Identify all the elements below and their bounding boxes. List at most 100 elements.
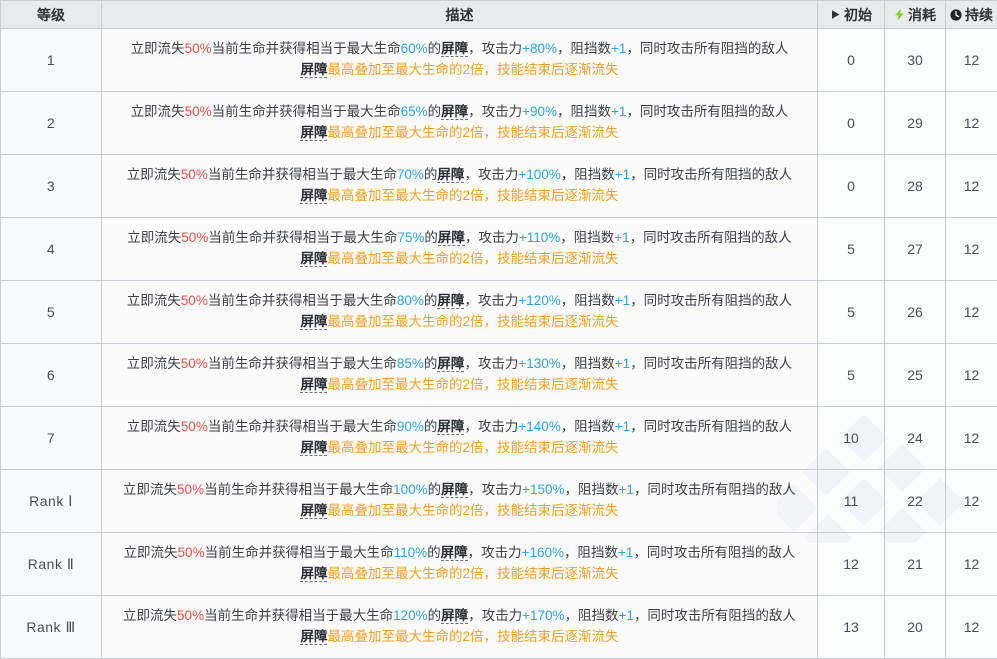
column-header-cost-label: 消耗 xyxy=(908,8,936,22)
description-line-note: 屏障最高叠加至最大生命的2倍，技能结束后逐渐流失 xyxy=(114,123,805,144)
table-row: 2 立即流失50%当前生命并获得相当于最大生命65%的屏障，攻击力+90%，阻挡数… xyxy=(1,92,997,155)
table-row: 3立即流失50%当前生命并获得相当于最大生命70%的屏障，攻击力+100%，阻挡… xyxy=(1,155,997,218)
description-line-primary: 立即流失50%当前生命并获得相当于最大生命60%的屏障，攻击力+80%，阻挡数+… xyxy=(114,39,805,60)
hp-loss-value: 50% xyxy=(185,41,212,56)
shield-value: 80% xyxy=(397,293,424,308)
cell-cost: 29 xyxy=(885,92,946,155)
cell-duration: 12 xyxy=(946,470,997,533)
shield-note: 最高叠加至最大生命的2倍，技能结束后逐渐流失 xyxy=(327,125,618,140)
cell-level: Rank Ⅱ xyxy=(1,533,102,596)
shield-value: 85% xyxy=(397,356,424,371)
cell-level: Rank Ⅲ xyxy=(1,596,102,659)
cell-cost: 26 xyxy=(885,281,946,344)
cell-duration: 12 xyxy=(946,533,997,596)
description-line-primary: 立即流失50%当前生命并获得相当于最大生命120%的屏障，攻击力+170%，阻挡… xyxy=(114,606,805,627)
cell-level: 7 xyxy=(1,407,102,470)
shield-term: 屏障 xyxy=(437,419,464,435)
column-header-level-label: 等级 xyxy=(37,8,65,22)
cell-initial: 0 xyxy=(818,92,885,155)
block-value: +1 xyxy=(611,41,626,56)
shield-term: 屏障 xyxy=(300,440,327,456)
shield-term: 屏障 xyxy=(300,188,327,204)
shield-term: 屏障 xyxy=(441,608,468,624)
block-value: +1 xyxy=(615,293,630,308)
cell-initial: 12 xyxy=(818,533,885,596)
column-header-description: 描述 xyxy=(102,1,818,29)
cell-description: 立即流失50%当前生命并获得相当于最大生命120%的屏障，攻击力+170%，阻挡… xyxy=(102,596,818,659)
cell-description: 立即流失50%当前生命并获得相当于最大生命60%的屏障，攻击力+80%，阻挡数+… xyxy=(102,29,818,92)
description-line-primary: 立即流失50%当前生命并获得相当于最大生命110%的屏障，攻击力+160%，阻挡… xyxy=(114,543,805,564)
hp-loss-value: 50% xyxy=(181,356,208,371)
table-row: 1立即流失50%当前生命并获得相当于最大生命60%的屏障，攻击力+80%，阻挡数… xyxy=(1,29,997,92)
shield-value: 100% xyxy=(393,482,428,497)
play-triangle-icon xyxy=(830,9,841,20)
description-line-note: 屏障最高叠加至最大生命的2倍，技能结束后逐渐流失 xyxy=(114,501,805,522)
shield-term: 屏障 xyxy=(437,356,464,372)
description-line-note: 屏障最高叠加至最大生命的2倍，技能结束后逐渐流失 xyxy=(114,627,805,648)
shield-note: 最高叠加至最大生命的2倍，技能结束后逐渐流失 xyxy=(327,251,618,266)
attack-value: +160% xyxy=(522,545,564,560)
cell-level: 4 xyxy=(1,218,102,281)
cell-cost: 24 xyxy=(885,407,946,470)
cell-level: 2 xyxy=(1,92,102,155)
shield-term: 屏障 xyxy=(300,566,327,582)
cell-cost: 21 xyxy=(885,533,946,596)
shield-term: 屏障 xyxy=(441,104,468,120)
cell-cost: 27 xyxy=(885,218,946,281)
hp-loss-value: 50% xyxy=(181,419,208,434)
shield-term: 屏障 xyxy=(300,503,327,519)
shield-value: 120% xyxy=(393,608,428,623)
table-row: 5立即流失50%当前生命并获得相当于最大生命80%的屏障，攻击力+120%，阻挡… xyxy=(1,281,997,344)
cell-duration: 12 xyxy=(946,596,997,659)
description-line-primary: 立即流失50%当前生命并获得相当于最大生命80%的屏障，攻击力+120%，阻挡数… xyxy=(114,291,805,312)
description-line-primary: 立即流失50%当前生命并获得相当于最大生命75%的屏障，攻击力+110%，阻挡数… xyxy=(114,228,805,249)
block-value: +1 xyxy=(614,230,629,245)
hp-loss-value: 50% xyxy=(181,293,208,308)
block-value: +1 xyxy=(619,608,634,623)
cell-description: 立即流失50%当前生命并获得相当于最大生命85%的屏障，攻击力+130%，阻挡数… xyxy=(102,344,818,407)
description-line-note: 屏障最高叠加至最大生命的2倍，技能结束后逐渐流失 xyxy=(114,375,805,396)
column-header-initial: 初始 xyxy=(818,1,885,29)
attack-value: +150% xyxy=(522,482,564,497)
cell-description: 立即流失50%当前生命并获得相当于最大生命100%的屏障，攻击力+150%，阻挡… xyxy=(102,470,818,533)
cell-initial: 0 xyxy=(818,155,885,218)
attack-value: +110% xyxy=(519,230,560,245)
shield-value: 90% xyxy=(397,419,424,434)
cell-duration: 12 xyxy=(946,29,997,92)
shield-note: 最高叠加至最大生命的2倍，技能结束后逐渐流失 xyxy=(327,188,618,203)
shield-term: 屏障 xyxy=(438,230,465,246)
table-row: 6立即流失50%当前生命并获得相当于最大生命85%的屏障，攻击力+130%，阻挡… xyxy=(1,344,997,407)
cell-initial: 5 xyxy=(818,344,885,407)
shield-term: 屏障 xyxy=(437,167,464,183)
cell-level: 6 xyxy=(1,344,102,407)
shield-note: 最高叠加至最大生命的2倍，技能结束后逐渐流失 xyxy=(327,503,618,518)
shield-term: 屏障 xyxy=(300,629,327,645)
shield-value: 110% xyxy=(394,545,428,560)
cell-cost: 22 xyxy=(885,470,946,533)
description-line-note: 屏障最高叠加至最大生命的2倍，技能结束后逐渐流失 xyxy=(114,564,805,585)
cell-level: 3 xyxy=(1,155,102,218)
shield-note: 最高叠加至最大生命的2倍，技能结束后逐渐流失 xyxy=(327,62,618,77)
description-line-primary: 立即流失50%当前生命并获得相当于最大生命100%的屏障，攻击力+150%，阻挡… xyxy=(114,480,805,501)
column-header-level: 等级 xyxy=(1,1,102,29)
shield-note: 最高叠加至最大生命的2倍，技能结束后逐渐流失 xyxy=(327,377,618,392)
cell-duration: 12 xyxy=(946,344,997,407)
shield-note: 最高叠加至最大生命的2倍，技能结束后逐渐流失 xyxy=(327,440,618,455)
cell-initial: 10 xyxy=(818,407,885,470)
table-body: 1立即流失50%当前生命并获得相当于最大生命60%的屏障，攻击力+80%，阻挡数… xyxy=(1,29,997,659)
attack-value: +140% xyxy=(518,419,560,434)
shield-note: 最高叠加至最大生命的2倍，技能结束后逐渐流失 xyxy=(327,629,618,644)
attack-value: +80% xyxy=(522,41,557,56)
shield-value: 75% xyxy=(397,230,424,245)
cell-initial: 13 xyxy=(818,596,885,659)
hp-loss-value: 50% xyxy=(181,230,208,245)
shield-term: 屏障 xyxy=(437,293,464,309)
description-line-primary: 立即流失50%当前生命并获得相当于最大生命65%的屏障，攻击力+90%，阻挡数+… xyxy=(114,102,805,123)
hp-loss-value: 50% xyxy=(178,545,205,560)
lightning-bolt-icon xyxy=(894,8,905,21)
shield-term: 屏障 xyxy=(441,482,468,498)
cell-duration: 12 xyxy=(946,92,997,155)
cell-initial: 5 xyxy=(818,218,885,281)
column-header-initial-label: 初始 xyxy=(844,8,872,22)
block-value: +1 xyxy=(618,545,633,560)
